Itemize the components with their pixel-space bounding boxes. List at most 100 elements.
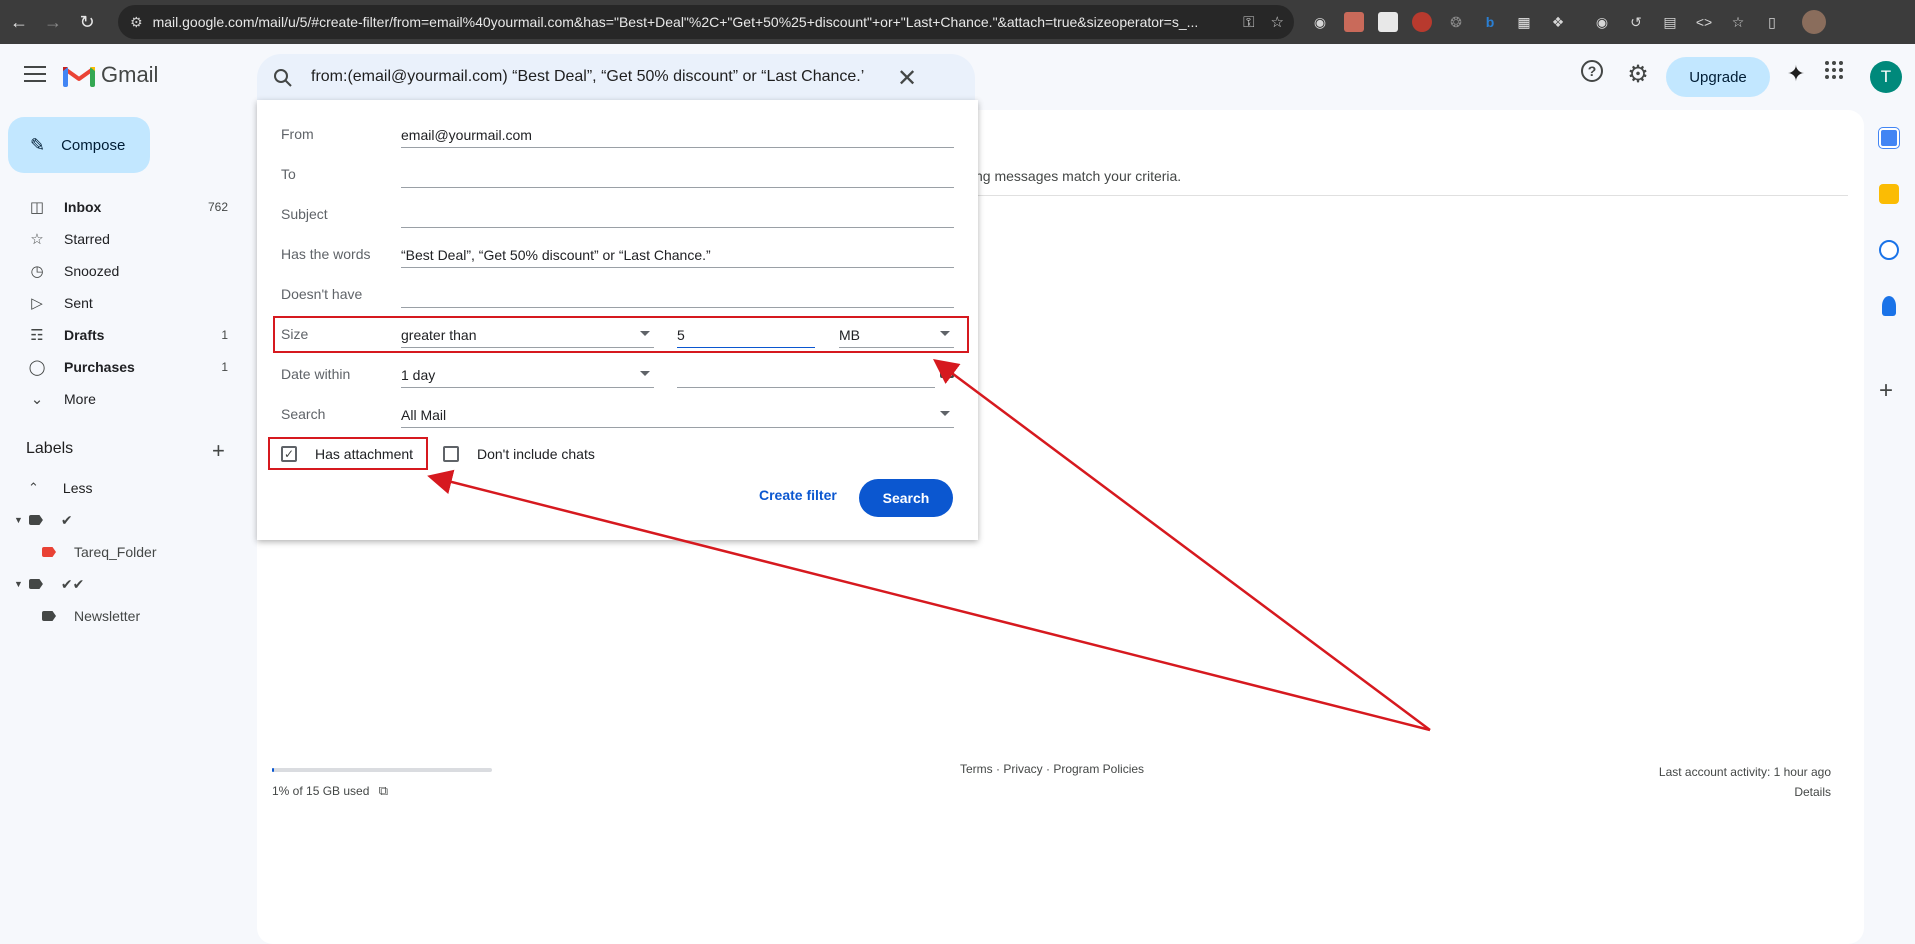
favorites-icon[interactable]: ☆ bbox=[1728, 12, 1748, 32]
label-item[interactable]: Newsletter bbox=[0, 600, 240, 632]
camera-extension-icon[interactable]: ◉ bbox=[1310, 12, 1330, 32]
label-name: Tareq_Folder bbox=[74, 544, 157, 560]
search-button[interactable]: Search bbox=[859, 479, 953, 517]
has-words-label: Has the words bbox=[281, 246, 371, 262]
search-bar[interactable]: from:(email@yourmail.com) “Best Deal”, “… bbox=[257, 54, 975, 102]
label-item[interactable]: Tareq_Folder bbox=[0, 536, 240, 568]
subject-row: Subject bbox=[281, 198, 955, 230]
reload-icon[interactable]: ↻ bbox=[72, 7, 102, 37]
sidebar-item-label: Snoozed bbox=[64, 263, 120, 279]
back-icon[interactable]: ← bbox=[4, 7, 34, 37]
clear-search-icon[interactable]: ✕ bbox=[893, 64, 921, 92]
label-item[interactable]: ▼ ✔ bbox=[0, 504, 240, 536]
contacts-icon[interactable] bbox=[1882, 296, 1896, 316]
storage-bar-fill bbox=[272, 768, 275, 772]
label-item[interactable]: ▼ ✔✔ bbox=[0, 568, 240, 600]
history-icon[interactable]: ↺ bbox=[1626, 12, 1646, 32]
dont-include-chats-option[interactable]: Don't include chats bbox=[443, 442, 595, 466]
forward-icon[interactable]: → bbox=[38, 7, 68, 37]
extension-icon[interactable] bbox=[1344, 12, 1364, 32]
inbox-icon: ◫ bbox=[29, 199, 45, 216]
has-attachment-highlight bbox=[268, 437, 428, 470]
sidebar-item-drafts[interactable]: ☶ Drafts 1 bbox=[0, 319, 240, 351]
profile-avatar[interactable] bbox=[1802, 10, 1826, 34]
clock-icon: ◷ bbox=[30, 263, 44, 280]
extension-icon[interactable]: ❂ bbox=[1446, 12, 1466, 32]
label-tag-icon bbox=[42, 611, 56, 621]
keep-icon[interactable] bbox=[1879, 184, 1899, 204]
label-name: ✔✔ bbox=[60, 575, 85, 592]
address-bar[interactable]: ⚙ mail.google.com/mail/u/5/#create-filte… bbox=[118, 5, 1294, 39]
date-within-row: Date within 1 day bbox=[281, 358, 955, 390]
subject-field[interactable] bbox=[401, 200, 954, 228]
has-words-field[interactable]: “Best Deal”, “Get 50% discount” or “Last… bbox=[401, 240, 954, 268]
tab-icon[interactable]: ▤ bbox=[1660, 12, 1680, 32]
sidebar-item-purchases[interactable]: ◯ Purchases 1 bbox=[0, 351, 240, 383]
doesnt-have-label: Doesn't have bbox=[281, 286, 363, 302]
from-label: From bbox=[281, 126, 314, 142]
extension-icon[interactable] bbox=[1378, 12, 1398, 32]
to-field[interactable] bbox=[401, 160, 954, 188]
sidebar-item-sent[interactable]: ▷ Sent bbox=[0, 287, 240, 319]
compose-button[interactable]: ✎ Compose bbox=[8, 117, 150, 173]
apps-grid-icon[interactable] bbox=[1824, 60, 1844, 80]
label-name: ✔ bbox=[60, 511, 73, 528]
search-input[interactable]: from:(email@yourmail.com) “Best Deal”, “… bbox=[311, 68, 881, 86]
upgrade-button[interactable]: Upgrade bbox=[1666, 57, 1770, 97]
date-input[interactable] bbox=[677, 360, 935, 388]
last-activity-text: Last account activity: 1 hour ago bbox=[1658, 765, 1831, 779]
password-key-icon[interactable]: ⚿ bbox=[1243, 14, 1254, 31]
calendar-icon[interactable] bbox=[1879, 128, 1899, 148]
expand-caret-icon[interactable]: ▼ bbox=[14, 515, 23, 525]
bookmark-star-icon[interactable]: ☆ bbox=[1271, 13, 1284, 31]
puzzle-extensions-icon[interactable]: ❖ bbox=[1548, 12, 1568, 32]
footer-links[interactable]: Terms · Privacy · Program Policies bbox=[960, 762, 1144, 776]
sidebar-item-less[interactable]: ⌃ Less bbox=[0, 472, 240, 504]
sidebar-item-more[interactable]: ⌄ More bbox=[0, 383, 240, 415]
account-activity: Last account activity: 1 hour ago Detail… bbox=[1659, 762, 1831, 802]
main-menu-icon[interactable] bbox=[24, 66, 46, 82]
from-field[interactable]: email@yourmail.com bbox=[401, 120, 954, 148]
extension-icon[interactable] bbox=[1412, 12, 1432, 32]
sidebar-item-label: Sent bbox=[64, 295, 93, 311]
site-settings-icon[interactable]: ⚙ bbox=[130, 14, 143, 31]
tasks-icon[interactable] bbox=[1879, 240, 1899, 260]
add-label-icon[interactable]: + bbox=[212, 438, 225, 464]
divider bbox=[968, 195, 1848, 196]
storage-text: 1% of 15 GB used bbox=[272, 784, 370, 798]
calendar-picker-icon[interactable] bbox=[940, 364, 954, 378]
date-within-select[interactable]: 1 day bbox=[401, 360, 654, 388]
account-avatar[interactable]: T bbox=[1870, 61, 1902, 93]
search-scope-select[interactable]: All Mail bbox=[401, 400, 954, 428]
has-words-row: Has the words “Best Deal”, “Get 50% disc… bbox=[281, 238, 955, 270]
gemini-sparkle-icon[interactable]: ✦ bbox=[1782, 60, 1810, 88]
sidebar-item-label: Starred bbox=[64, 231, 110, 247]
trash-icon[interactable]: ▯ bbox=[1762, 12, 1782, 32]
unread-count: 762 bbox=[207, 200, 228, 214]
create-filter-button[interactable]: Create filter bbox=[759, 487, 837, 503]
storage-usage[interactable]: 1% of 15 GB used ⧉ bbox=[272, 783, 388, 799]
settings-gear-icon[interactable]: ⚙ bbox=[1624, 60, 1652, 88]
sidebar-item-inbox[interactable]: ◫ Inbox 762 bbox=[0, 191, 240, 223]
help-icon[interactable]: ? bbox=[1581, 60, 1603, 82]
search-icon[interactable] bbox=[273, 68, 293, 88]
browser-toolbar: ← → ↻ ⚙ mail.google.com/mail/u/5/#create… bbox=[0, 0, 1915, 44]
bing-icon[interactable]: b bbox=[1480, 12, 1500, 32]
dont-include-chats-checkbox[interactable] bbox=[443, 446, 459, 462]
pencil-icon: ✎ bbox=[30, 134, 46, 155]
draft-icon: ☶ bbox=[30, 327, 44, 344]
has-words-value: “Best Deal”, “Get 50% discount” or “Last… bbox=[401, 247, 711, 263]
expand-caret-icon[interactable]: ▼ bbox=[14, 579, 23, 589]
location-icon[interactable]: ◉ bbox=[1592, 12, 1612, 32]
details-link[interactable]: Details bbox=[1659, 782, 1831, 802]
chevron-down-icon: ⌄ bbox=[30, 391, 44, 408]
add-addon-icon[interactable]: + bbox=[1879, 379, 1899, 403]
sidebar-item-starred[interactable]: ☆ Starred bbox=[0, 223, 240, 255]
code-icon[interactable]: <> bbox=[1694, 12, 1714, 32]
external-link-icon[interactable]: ⧉ bbox=[379, 783, 388, 798]
doesnt-have-field[interactable] bbox=[401, 280, 954, 308]
extension-icon[interactable]: ▦ bbox=[1514, 12, 1534, 32]
sidebar-item-snoozed[interactable]: ◷ Snoozed bbox=[0, 255, 240, 287]
gmail-logo[interactable]: Gmail bbox=[63, 62, 158, 88]
doesnt-have-row: Doesn't have bbox=[281, 278, 955, 310]
